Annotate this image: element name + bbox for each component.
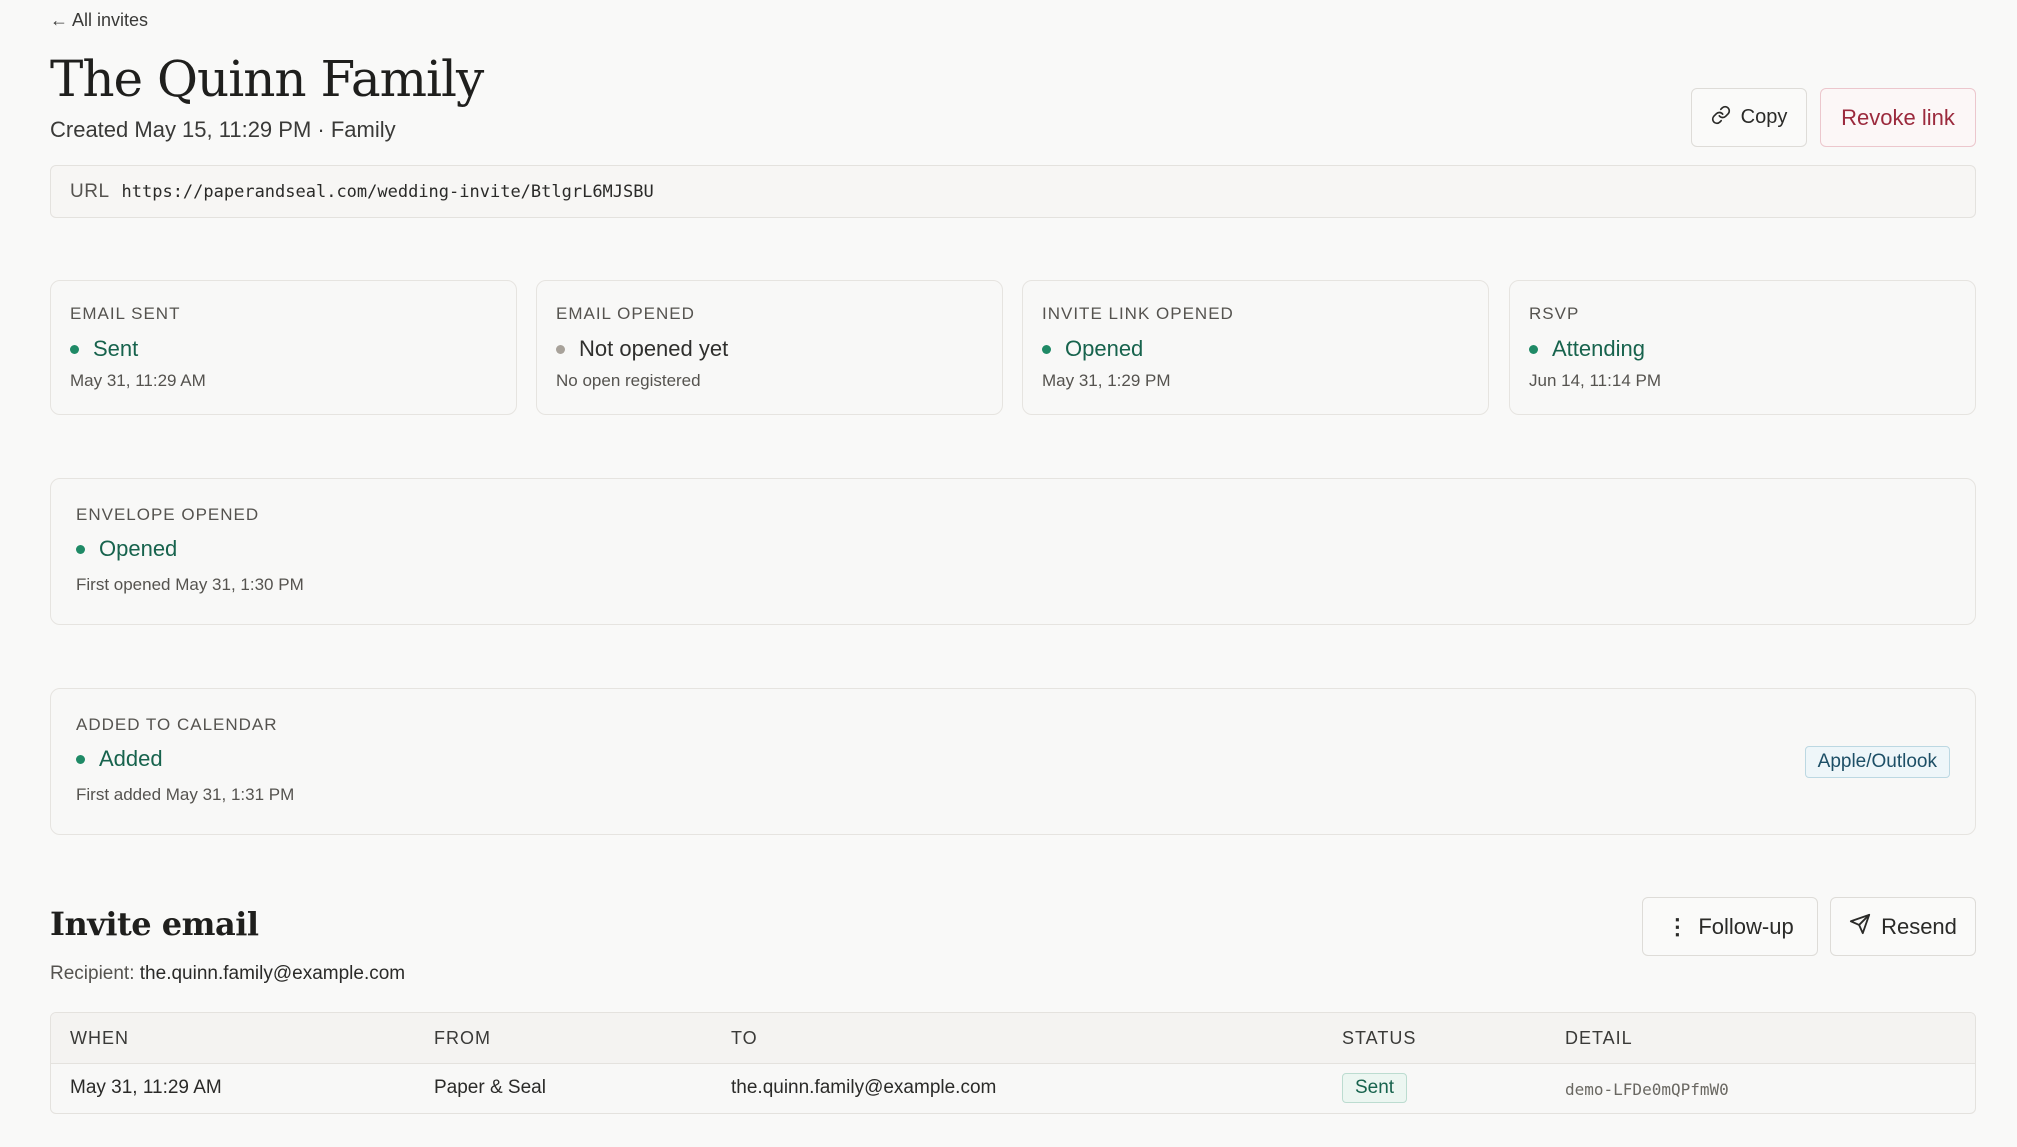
status-badge: Sent <box>1342 1073 1408 1103</box>
url-label: URL <box>70 180 110 202</box>
page-title: The Quinn Family <box>50 50 484 108</box>
cell-detail: demo-LFDe0mQPfmW0 <box>1565 1080 1729 1099</box>
status-detail: May 31, 1:29 PM <box>1042 371 1171 390</box>
status-indicator: Attending <box>1529 336 1645 362</box>
status-dot-icon <box>1529 344 1538 354</box>
recipient-line: Recipient: the.quinn.family@example.com <box>50 963 405 985</box>
calendar-type-badge: Apple/Outlook <box>1804 746 1950 778</box>
column-header-to: TO <box>731 1028 758 1048</box>
kebab-icon: ⋮ <box>1666 913 1689 939</box>
status-text: Sent <box>93 336 139 361</box>
status-dot-icon <box>70 344 79 354</box>
calendar-label: ADDED TO CALENDAR <box>76 715 278 734</box>
copy-button-label: Copy <box>1740 106 1788 128</box>
revoke-link-button[interactable]: Revoke link <box>1820 88 1976 147</box>
link-icon <box>1711 105 1731 131</box>
email-log-table: WHEN FROM TO STATUS DETAIL May 31, 11:29… <box>50 1012 1976 1114</box>
arrow-left-icon: ← <box>50 10 68 30</box>
status-card-email-opened: EMAIL OPENED Not opened yet No open regi… <box>536 280 1003 415</box>
status-card-label: EMAIL OPENED <box>556 304 695 323</box>
status-dot-icon <box>1042 344 1051 354</box>
status-text: Attending <box>1552 336 1645 361</box>
follow-up-button[interactable]: ⋮ Follow-up <box>1642 897 1818 956</box>
status-card-rsvp: RSVP Attending Jun 14, 11:14 PM <box>1509 280 1976 415</box>
calendar-status: Added <box>76 746 163 772</box>
status-dot-icon <box>76 544 85 554</box>
url-value: https://paperandseal.com/wedding-invite/… <box>121 181 654 202</box>
table-header: WHEN FROM TO STATUS DETAIL <box>51 1013 1975 1064</box>
status-card-label: RSVP <box>1529 304 1580 323</box>
status-card-label: EMAIL SENT <box>70 304 181 323</box>
recipient-email: the.quinn.family@example.com <box>139 963 406 984</box>
status-text: Opened <box>1065 336 1144 361</box>
envelope-status: Opened <box>76 536 177 562</box>
calendar-detail: First added May 31, 1:31 PM <box>76 785 295 804</box>
column-header-detail: DETAIL <box>1565 1028 1633 1048</box>
status-dot-icon <box>76 754 85 764</box>
status-card-email-sent: EMAIL SENT Sent May 31, 11:29 AM <box>50 280 517 415</box>
copy-button[interactable]: Copy <box>1691 88 1807 147</box>
status-dot-icon <box>556 344 565 354</box>
cell-from: Paper & Seal <box>434 1077 546 1098</box>
invite-email-heading: Invite email <box>50 905 259 943</box>
status-indicator: Not opened yet <box>556 336 728 362</box>
envelope-label: ENVELOPE OPENED <box>76 505 260 524</box>
follow-up-label: Follow-up <box>1698 913 1794 939</box>
status-card-invite-link-opened: INVITE LINK OPENED Opened May 31, 1:29 P… <box>1022 280 1489 415</box>
calendar-card: ADDED TO CALENDAR Added First added May … <box>50 688 1976 835</box>
column-header-when: WHEN <box>70 1028 129 1048</box>
cell-when: May 31, 11:29 AM <box>70 1077 222 1098</box>
recipient-label: Recipient: <box>50 963 135 984</box>
back-link[interactable]: ← All invites <box>50 10 148 31</box>
page-subtitle: Created May 15, 11:29 PM · Family <box>50 117 396 142</box>
envelope-detail: First opened May 31, 1:30 PM <box>76 575 304 594</box>
resend-button[interactable]: Resend <box>1830 897 1976 956</box>
invite-url-field[interactable]: URL https://paperandseal.com/wedding-inv… <box>50 165 1976 218</box>
back-link-label: All invites <box>72 10 149 30</box>
status-text: Not opened yet <box>579 336 729 361</box>
status-detail: Jun 14, 11:14 PM <box>1529 371 1661 390</box>
calendar-status-text: Added <box>99 746 163 771</box>
envelope-status-text: Opened <box>99 536 178 561</box>
column-header-status: STATUS <box>1342 1028 1417 1048</box>
envelope-opened-card: ENVELOPE OPENED Opened First opened May … <box>50 478 1976 625</box>
column-header-from: FROM <box>434 1028 491 1048</box>
status-detail: No open registered <box>556 371 701 390</box>
status-indicator: Sent <box>70 336 138 362</box>
resend-label: Resend <box>1881 913 1957 939</box>
status-detail: May 31, 11:29 AM <box>70 371 206 390</box>
cell-to: the.quinn.family@example.com <box>731 1077 997 1098</box>
status-card-label: INVITE LINK OPENED <box>1042 304 1234 323</box>
status-indicator: Opened <box>1042 336 1143 362</box>
send-icon <box>1849 913 1871 941</box>
